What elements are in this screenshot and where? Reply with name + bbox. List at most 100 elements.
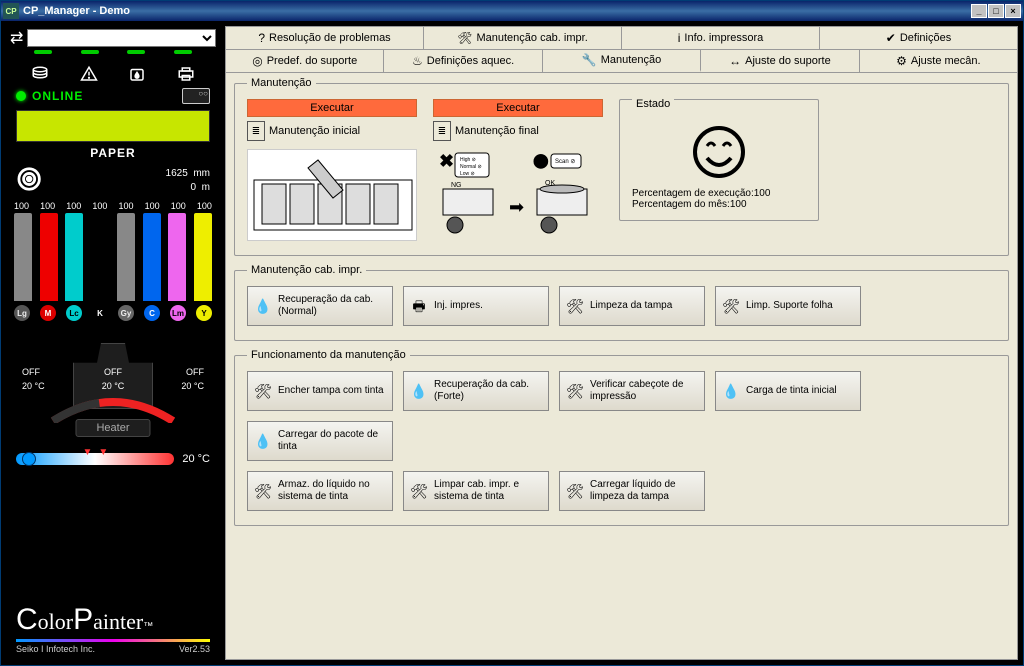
func-load-clean-liquid-button[interactable]: 🛠 Carregar líquido de limpeza da tampa	[559, 471, 705, 511]
drop-icon: 💧	[254, 300, 272, 312]
tab-predef-do-suporte[interactable]: ◎Predef. do suporte	[226, 50, 384, 72]
printer-icon[interactable]	[174, 64, 198, 84]
window-title: CP_Manager - Demo	[23, 5, 130, 17]
tab-manuten-o-cab-impr-[interactable]: 🛠Manutenção cab. impr.	[424, 27, 622, 49]
func-check-head-button[interactable]: 🛠 Verificar cabeçote de impressão	[559, 371, 705, 411]
roll-width: 1625	[166, 168, 188, 179]
tab-icon: ?	[258, 31, 265, 45]
tab-ajuste-do-suporte[interactable]: ↔Ajuste do suporte	[701, 50, 859, 72]
btn-label: Limpeza da tampa	[590, 300, 672, 312]
roll-width-unit: mm	[193, 168, 210, 179]
sync-icon: ⇄	[10, 28, 23, 48]
cab-recover-normal-button[interactable]: 💧Recuperação da cab. (Normal)	[247, 286, 393, 326]
ink-bar	[168, 213, 186, 301]
tab-defini-es-aquec-[interactable]: ♨Definições aquec.	[384, 50, 542, 72]
tab-resolu-o-de-problemas[interactable]: ?Resolução de problemas	[226, 27, 424, 49]
heater-left-state: OFF	[22, 367, 40, 377]
ink-bar	[117, 213, 135, 301]
heater-right-state: OFF	[186, 367, 204, 377]
svg-text:High ⊘: High ⊘	[460, 157, 476, 163]
maintenance-fieldset: Manutenção Executar ≣Manutenção inicial	[234, 77, 1009, 256]
brand-logo: ColorPainter™	[16, 603, 210, 637]
ink-dot: M	[40, 305, 56, 321]
ink-bar	[194, 213, 212, 301]
printer-select[interactable]	[27, 29, 216, 47]
tab-label: Definições	[900, 32, 951, 44]
svg-text:➡: ➡	[509, 197, 524, 217]
maintenance-legend: Manutenção	[247, 77, 316, 89]
roll-len-unit: m	[202, 182, 210, 193]
cab-fieldset: Manutenção cab. impr. 💧Recuperação da ca…	[234, 264, 1009, 341]
wrench-icon: 🛠	[254, 385, 272, 397]
heater-left-temp: 20 °C	[22, 381, 45, 391]
close-button[interactable]: ×	[1005, 4, 1021, 18]
func-load-ink-pack-button[interactable]: 💧Carregar do pacote de tinta	[247, 421, 393, 461]
tab-label: Predef. do suporte	[267, 55, 358, 67]
app-icon: CP	[3, 3, 19, 19]
func-initial-charge-button[interactable]: 💧Carga de tinta inicial	[715, 371, 861, 411]
btn-label: Carga de tinta inicial	[746, 385, 837, 397]
tab-label: Manutenção cab. impr.	[476, 32, 587, 44]
func-store-liquid-button[interactable]: 🛠Armaz. do líquido no sistema de tinta	[247, 471, 393, 511]
btn-label: Encher tampa com tinta	[278, 385, 384, 397]
execute-initial-button[interactable]: Executar	[247, 99, 417, 117]
version-label: Ver2.53	[179, 644, 210, 654]
online-label: ONLINE	[32, 89, 83, 103]
heater-label[interactable]: Heater	[75, 419, 150, 437]
ink-dot: K	[92, 305, 108, 321]
maximize-button[interactable]: □	[988, 4, 1004, 18]
wrench-icon: 🛠	[566, 485, 584, 497]
app-window: CP CP_Manager - Demo _ □ × ⇄	[0, 0, 1024, 666]
slider-marker-2: ▼	[98, 447, 108, 458]
btn-label: Limp. Suporte folha	[746, 300, 833, 312]
tab-icon: 🔧	[582, 53, 597, 67]
func-fill-cap-button[interactable]: 🛠 Encher tampa com tinta	[247, 371, 393, 411]
stack-icon[interactable]	[28, 64, 52, 84]
svg-text:✖: ✖	[439, 151, 454, 171]
temperature-slider[interactable]: ▼ ▼	[16, 453, 174, 465]
cab-inj-impres-button[interactable]: 🖶Inj. impres.	[403, 286, 549, 326]
lcd-display	[16, 110, 210, 142]
led-2	[81, 50, 99, 54]
slider-thumb[interactable]	[22, 452, 36, 466]
svg-text:⬤: ⬤	[533, 152, 549, 169]
tab-icon: i	[678, 31, 681, 45]
ink-level-value: 100	[171, 201, 186, 211]
func-recover-strong-button[interactable]: 💧Recuperação da cab. (Forte)	[403, 371, 549, 411]
titlebar[interactable]: CP CP_Manager - Demo _ □ ×	[1, 1, 1023, 21]
heater-center-temp: 20 °C	[102, 381, 125, 391]
tab-manuten-o[interactable]: 🔧Manutenção	[543, 50, 701, 72]
svg-text:Normal ⊘: Normal ⊘	[460, 164, 482, 170]
wrench-icon: 🛠	[566, 385, 584, 397]
ink-level-value: 100	[40, 201, 55, 211]
func-clean-head-system-button[interactable]: 🛠Limpar cab. impr. e sistema de tinta	[403, 471, 549, 511]
ink-dot: Y	[196, 305, 212, 321]
final-maint-label: Manutenção final	[455, 125, 539, 137]
led-4	[174, 50, 192, 54]
svg-text:Scan ⊘: Scan ⊘	[555, 159, 575, 165]
estado-box: Estado Percentagem de execução:100 Perce…	[619, 99, 819, 221]
tab-label: Ajuste mecân.	[911, 55, 981, 67]
slider-temp-value: 20 °C	[182, 453, 210, 465]
pct-month: Percentagem do mês:100	[632, 199, 806, 210]
initial-maint-label: Manutenção inicial	[269, 125, 360, 137]
ink-drop-icon[interactable]	[125, 64, 149, 84]
execute-final-button[interactable]: Executar	[433, 99, 603, 117]
cab-cap-clean-button[interactable]: 🛠Limpeza da tampa	[559, 286, 705, 326]
status-sidebar: ⇄ ONLINE	[6, 26, 220, 660]
led-1	[34, 50, 52, 54]
wrench-icon: 🛠	[722, 300, 740, 312]
btn-label: Carregar líquido de limpeza da tampa	[590, 479, 698, 503]
warning-icon[interactable]	[77, 64, 101, 84]
btn-label: Verificar cabeçote de impressão	[590, 379, 698, 403]
cab-sheet-clean-button[interactable]: 🛠 Limp. Suporte folha	[715, 286, 861, 326]
minimize-button[interactable]: _	[971, 4, 987, 18]
illustration-final: ✖ High ⊘Normal ⊘Low ⊘ ⬤ Scan ⊘ ➡ NGOK	[433, 149, 603, 241]
panel-icon[interactable]	[182, 88, 210, 104]
tab-info-impressora[interactable]: iInfo. impressora	[622, 27, 820, 49]
tab-ajuste-mec-n-[interactable]: ⚙ Ajuste mecân.	[860, 50, 1017, 72]
tab-defini-es[interactable]: ✔Definições	[820, 27, 1017, 49]
tab-row-2: ◎Predef. do suporte♨Definições aquec.🔧Ma…	[226, 50, 1017, 73]
heater-center-state: OFF	[104, 367, 122, 377]
tab-icon: ⚙	[896, 54, 907, 68]
